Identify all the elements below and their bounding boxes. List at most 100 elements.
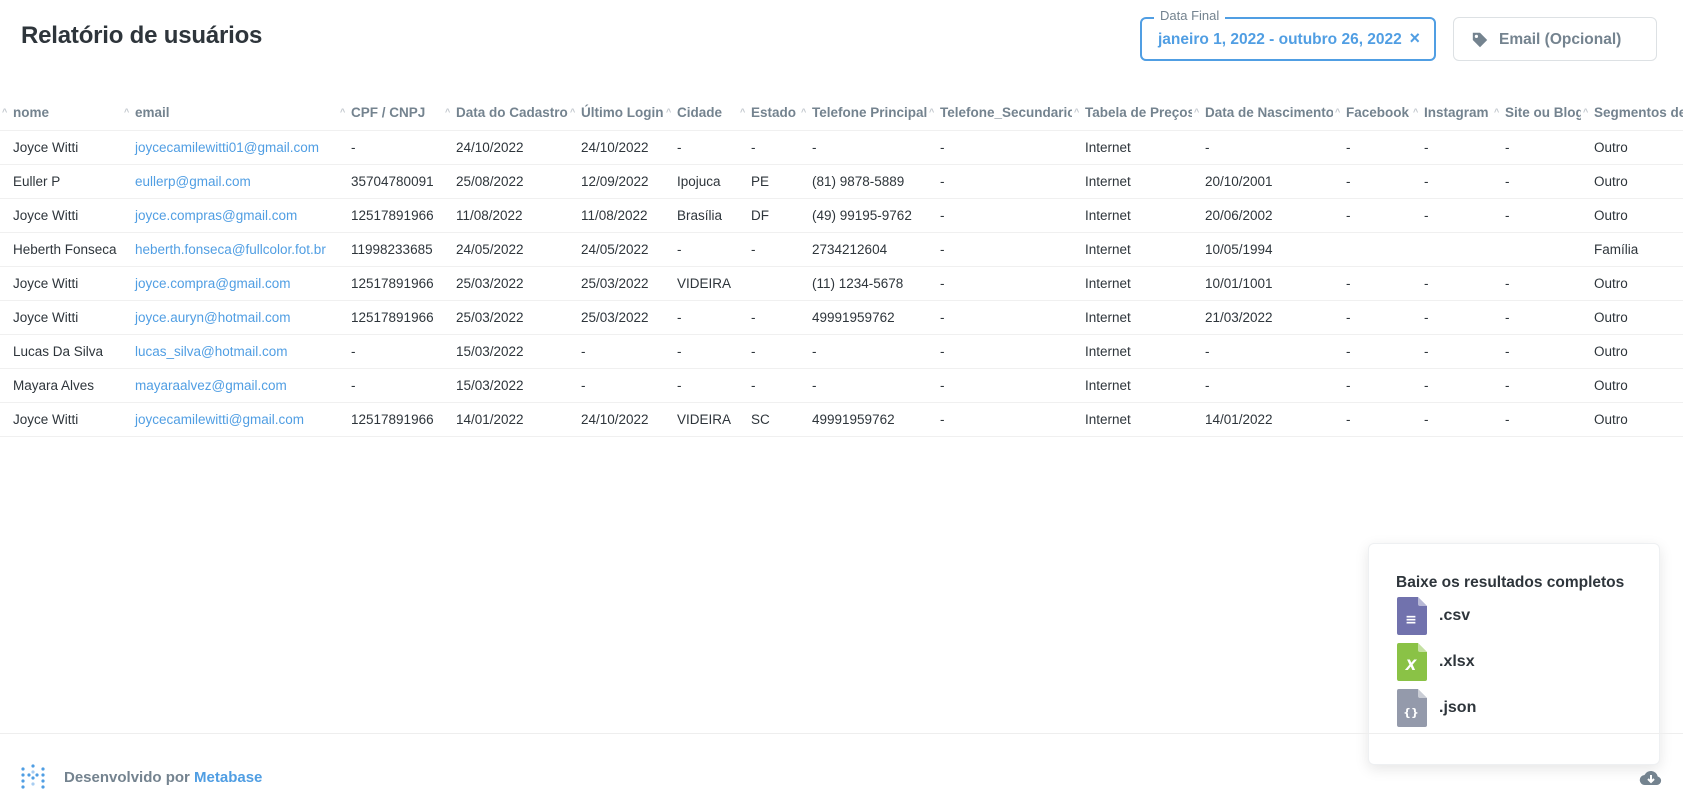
column-header-estado[interactable]: ^ Estado xyxy=(738,96,799,130)
sort-caret-icon[interactable]: ^ xyxy=(1413,107,1418,117)
results-table-container[interactable]: ^ nome ^ email ^ CPF / CNPJ ^ Data do Cadastro ^… xyxy=(0,96,1683,438)
cell-cidade: - xyxy=(664,231,738,266)
powered-by-prefix: Desenvolvido por xyxy=(64,769,190,786)
cell-nome: Lucas Da Silva xyxy=(0,333,122,368)
cell-cpf-cnpj: 12517891966 xyxy=(338,401,443,437)
sort-caret-icon[interactable]: ^ xyxy=(1583,107,1588,117)
cloud-download-icon[interactable] xyxy=(1639,766,1663,790)
sort-caret-icon[interactable]: ^ xyxy=(445,107,450,117)
cell-data-do-cadastro: 24/10/2022 xyxy=(443,129,568,164)
sort-caret-icon[interactable]: ^ xyxy=(740,107,745,117)
column-header-label: Facebook xyxy=(1346,105,1410,121)
cell-cidade: VIDEIRA xyxy=(664,401,738,437)
cell-telefone-secundario: - xyxy=(927,231,1072,266)
sort-caret-icon[interactable]: ^ xyxy=(570,107,575,117)
sort-caret-icon[interactable]: ^ xyxy=(666,107,671,117)
column-header-site-ou-blog[interactable]: ^ Site ou Blog xyxy=(1492,96,1581,130)
column-header-label: email xyxy=(135,105,170,121)
cell-site-ou-blog: - xyxy=(1492,299,1581,334)
column-header-nome[interactable]: ^ nome xyxy=(0,96,122,130)
cell-nome: Joyce Witti xyxy=(0,265,122,300)
column-header-data-do-cadastro[interactable]: ^ Data do Cadastro xyxy=(443,96,568,130)
cell-segmentos-de-a: Outro xyxy=(1581,197,1683,232)
sort-caret-icon[interactable]: ^ xyxy=(124,107,129,117)
cell-instagram: - xyxy=(1411,129,1492,164)
email-filter-placeholder: Email (Opcional) xyxy=(1499,31,1622,48)
cell-nome: Mayara Alves xyxy=(0,367,122,402)
cell-segmentos-de-a: Outro xyxy=(1581,163,1683,198)
table-row: Lucas Da Silva lucas_silva@hotmail.com -15… xyxy=(0,333,1683,368)
table-row: Mayara Alves mayaraalvez@gmail.com -15/03/… xyxy=(0,367,1683,402)
cell-data-de-nascimento: - xyxy=(1192,367,1333,402)
cell-facebook: - xyxy=(1333,129,1411,164)
date-range-filter[interactable]: Data Final janeiro 1, 2022 - outubro 26,… xyxy=(1140,8,1436,61)
cell-cpf-cnpj: 12517891966 xyxy=(338,299,443,334)
cell-cpf-cnpj: 12517891966 xyxy=(338,265,443,300)
cell-site-ou-blog: - xyxy=(1492,367,1581,402)
cell-site-ou-blog: - xyxy=(1492,163,1581,198)
cell-site-ou-blog: - xyxy=(1492,333,1581,368)
cell-estado: - xyxy=(738,367,799,402)
column-header-cidade[interactable]: ^ Cidade xyxy=(664,96,738,130)
cell-cidade: - xyxy=(664,367,738,402)
email-filter[interactable]: Email (Opcional) xyxy=(1453,17,1657,61)
sort-caret-icon[interactable]: ^ xyxy=(929,107,934,117)
column-header-cpf-cnpj[interactable]: ^ CPF / CNPJ xyxy=(338,96,443,130)
svg-text:≡: ≡ xyxy=(1405,612,1417,628)
column-header-segmentos-de-a[interactable]: ^ Segmentos de A xyxy=(1581,96,1683,130)
cell-email[interactable]: lucas_silva@hotmail.com xyxy=(122,333,338,368)
cell-email[interactable]: joyce.compra@gmail.com xyxy=(122,265,338,300)
sort-caret-icon[interactable]: ^ xyxy=(1194,107,1199,117)
sort-caret-icon[interactable]: ^ xyxy=(340,107,345,117)
tag-icon xyxy=(1472,32,1488,48)
close-icon[interactable]: × xyxy=(1409,28,1420,49)
sort-caret-icon[interactable]: ^ xyxy=(2,107,7,117)
cell-ultimo-login: 25/03/2022 xyxy=(568,299,664,334)
download-json-button[interactable]: {} .json xyxy=(1397,689,1637,727)
cell-telefone-principal: 2734212604 xyxy=(799,231,927,266)
cell-instagram: - xyxy=(1411,197,1492,232)
sort-caret-icon[interactable]: ^ xyxy=(1074,107,1079,117)
column-header-telefone-principal[interactable]: ^ Telefone Principal xyxy=(799,96,927,130)
download-csv-button[interactable]: ≡ .csv xyxy=(1397,597,1637,635)
sort-caret-icon[interactable]: ^ xyxy=(1494,107,1499,117)
column-header-instagram[interactable]: ^ Instagram xyxy=(1411,96,1492,130)
column-header-label: nome xyxy=(13,105,50,121)
sort-caret-icon[interactable]: ^ xyxy=(801,107,806,117)
column-header-telefone-secundario[interactable]: ^ Telefone_Secundario xyxy=(927,96,1072,130)
cell-nome: Joyce Witti xyxy=(0,129,122,164)
column-header-facebook[interactable]: ^ Facebook xyxy=(1333,96,1411,130)
cell-email[interactable]: joycecamilewitti@gmail.com xyxy=(122,401,338,437)
sort-caret-icon[interactable]: ^ xyxy=(1335,107,1340,117)
cell-segmentos-de-a: Outro xyxy=(1581,333,1683,368)
cell-data-do-cadastro: 11/08/2022 xyxy=(443,197,568,232)
column-header-email[interactable]: ^ email xyxy=(122,96,338,130)
cell-email[interactable]: eullerp@gmail.com xyxy=(122,163,338,198)
cell-segmentos-de-a: Outro xyxy=(1581,265,1683,300)
cell-email[interactable]: mayaraalvez@gmail.com xyxy=(122,367,338,402)
cell-data-de-nascimento: 20/10/2001 xyxy=(1192,163,1333,198)
cell-estado: - xyxy=(738,231,799,266)
cell-segmentos-de-a: Outro xyxy=(1581,367,1683,402)
cell-nome: Joyce Witti xyxy=(0,197,122,232)
cell-nome: Euller P xyxy=(0,163,122,198)
cell-telefone-secundario: - xyxy=(927,401,1072,437)
column-header-label: Site ou Blog xyxy=(1505,105,1581,121)
cell-cpf-cnpj: 11998233685 xyxy=(338,231,443,266)
download-xlsx-button[interactable]: X .xlsx xyxy=(1397,643,1637,681)
table-row: Joyce Witti joyce.compra@gmail.com 1251789… xyxy=(0,265,1683,300)
cell-facebook: - xyxy=(1333,197,1411,232)
column-header-data-de-nascimento[interactable]: ^ Data de Nascimento xyxy=(1192,96,1333,130)
cell-estado: - xyxy=(738,333,799,368)
date-filter-value[interactable]: janeiro 1, 2022 - outubro 26, 2022 xyxy=(1158,31,1402,49)
metabase-link[interactable]: Metabase xyxy=(194,769,262,786)
column-header-label: Data de Nascimento xyxy=(1205,105,1333,121)
column-header-ultimo-login[interactable]: ^ Último Login xyxy=(568,96,664,130)
cell-segmentos-de-a: Outro xyxy=(1581,299,1683,334)
cell-email[interactable]: joyce.auryn@hotmail.com xyxy=(122,299,338,334)
cell-email[interactable]: heberth.fonseca@fullcolor.fot.br xyxy=(122,231,338,266)
cell-facebook: - xyxy=(1333,333,1411,368)
cell-email[interactable]: joycecamilewitti01@gmail.com xyxy=(122,129,338,164)
column-header-tabela-de-precos[interactable]: ^ Tabela de Preços xyxy=(1072,96,1192,130)
cell-email[interactable]: joyce.compras@gmail.com xyxy=(122,197,338,232)
